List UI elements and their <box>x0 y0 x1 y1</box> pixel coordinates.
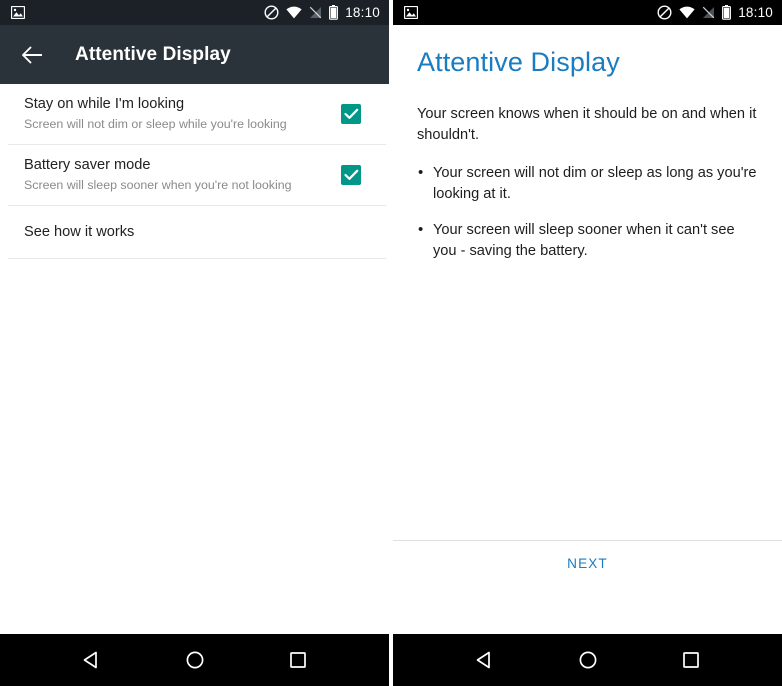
settings-row-stay-on[interactable]: Stay on while I'm looking Screen will no… <box>0 84 389 144</box>
nav-home-circle-icon[interactable] <box>178 643 212 677</box>
signal-off-icon <box>702 6 715 19</box>
settings-list: Stay on while I'm looking Screen will no… <box>0 84 389 259</box>
nav-recents-square-icon[interactable] <box>281 643 315 677</box>
image-icon <box>11 6 25 19</box>
settings-row-title: Battery saver mode <box>24 157 151 174</box>
wifi-icon <box>679 6 695 19</box>
status-bar-clock: 18:10 <box>738 5 773 20</box>
battery-icon <box>722 5 732 20</box>
settings-row-texts: Stay on while I'm looking Screen will no… <box>24 95 341 133</box>
settings-row-subtitle: Screen will sleep sooner when you're not… <box>24 178 292 193</box>
image-icon <box>404 6 418 19</box>
next-button[interactable]: NEXT <box>567 556 608 571</box>
status-bar-system-icons: 18:10 <box>657 5 773 20</box>
do-not-disturb-icon <box>264 5 279 20</box>
battery-icon <box>329 5 339 20</box>
list-item: Your screen will sleep sooner when it ca… <box>417 219 758 261</box>
nav-recents-square-icon[interactable] <box>674 643 708 677</box>
settings-row-title: Stay on while I'm looking <box>24 96 185 113</box>
right-navigation-bar <box>393 634 782 686</box>
settings-row-see-how-it-works[interactable]: See how it works <box>0 206 389 258</box>
status-bar-notifications <box>11 6 25 19</box>
settings-row-title: See how it works <box>24 223 135 240</box>
left-status-bar: 18:10 <box>0 0 389 25</box>
checkbox-battery-saver[interactable] <box>341 165 361 185</box>
status-bar-notifications <box>404 6 418 19</box>
status-bar-clock: 18:10 <box>345 5 380 20</box>
nav-home-circle-icon[interactable] <box>571 643 605 677</box>
settings-row-battery-saver[interactable]: Battery saver mode Screen will sleep soo… <box>0 145 389 205</box>
checkbox-stay-on[interactable] <box>341 104 361 124</box>
do-not-disturb-icon <box>657 5 672 20</box>
left-app-toolbar: Attentive Display <box>0 25 389 84</box>
wifi-icon <box>286 6 302 19</box>
help-bullet-list: Your screen will not dim or sleep as lon… <box>417 162 758 261</box>
settings-row-texts: Battery saver mode Screen will sleep soo… <box>24 156 341 194</box>
next-button-bar: NEXT <box>393 540 782 586</box>
right-phone-screen: 18:10 Attentive Display Your screen know… <box>393 0 782 686</box>
settings-row-texts: See how it works <box>24 223 371 241</box>
dual-screenshot-container: 18:10 Attentive Display Stay on while I'… <box>0 0 782 686</box>
help-title: Attentive Display <box>417 47 620 77</box>
list-item: Your screen will not dim or sleep as lon… <box>417 162 758 204</box>
nav-back-triangle-icon[interactable] <box>468 643 502 677</box>
back-arrow-icon[interactable] <box>20 42 46 68</box>
nav-back-triangle-icon[interactable] <box>75 643 109 677</box>
status-bar-system-icons: 18:10 <box>264 5 380 20</box>
left-navigation-bar <box>0 634 389 686</box>
page-title: Attentive Display <box>75 43 231 65</box>
signal-off-icon <box>309 6 322 19</box>
settings-row-subtitle: Screen will not dim or sleep while you'r… <box>24 117 287 132</box>
help-content: Attentive Display Your screen knows when… <box>393 25 782 586</box>
left-phone-screen: 18:10 Attentive Display Stay on while I'… <box>0 0 389 686</box>
help-intro-paragraph: Your screen knows when it should be on a… <box>417 106 757 143</box>
list-divider <box>8 258 386 259</box>
right-status-bar: 18:10 <box>393 0 782 25</box>
